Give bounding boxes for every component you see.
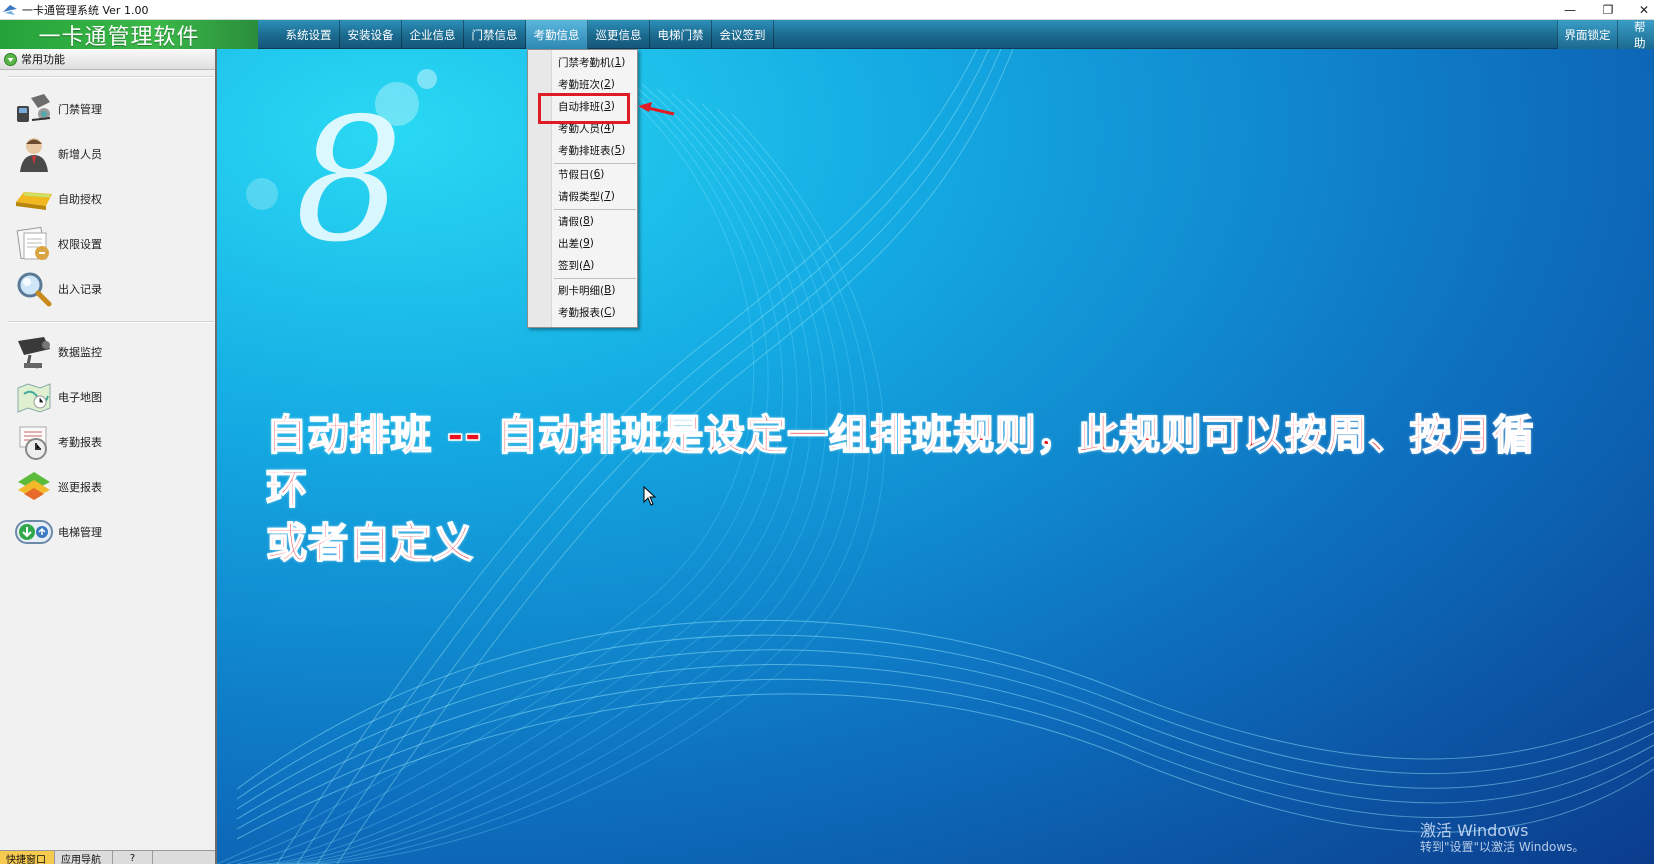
menu-item-key: 8 xyxy=(583,215,590,227)
menu-item-key: 5 xyxy=(614,144,622,156)
menu-item-label: 节假日( xyxy=(558,168,594,181)
annotation-caption: 自动排班 -- 自动排班是设定一组排班规则，此规则可以按周、按月循环 或者自定义 xyxy=(265,408,1546,570)
sidebar-header[interactable]: 常用功能 xyxy=(0,49,215,70)
menu-item-label: 考勤报表( xyxy=(558,306,605,319)
collapse-icon[interactable] xyxy=(4,52,17,66)
sidebar-item-access-control[interactable]: 门禁管理 xyxy=(0,87,215,131)
mouse-cursor-icon xyxy=(643,486,657,506)
activation-watermark-hint: 转到"设置"以激活 Windows。 xyxy=(1420,840,1585,854)
sidebar-item-label: 出入记录 xyxy=(58,283,102,296)
highlight-box xyxy=(538,93,630,124)
sidebar-item-label: 电梯管理 xyxy=(58,526,102,539)
menu-item-key: C xyxy=(604,306,612,318)
tab-help[interactable]: ? xyxy=(113,851,153,864)
help-button[interactable]: 帮助 xyxy=(1617,20,1654,49)
menu-item-key: 6 xyxy=(593,168,601,180)
sidebar-item-label: 考勤报表 xyxy=(58,436,102,449)
menu-item-key: 7 xyxy=(604,190,611,202)
menu-item-label: 门禁考勤机( xyxy=(558,56,615,69)
menu-item-holidays[interactable]: 节假日(6) xyxy=(558,164,604,184)
sidebar-item-label: 自助授权 xyxy=(58,193,102,206)
minimize-icon[interactable]: — xyxy=(1552,0,1588,20)
menu-item-attendance-shift[interactable]: 考勤班次(2) xyxy=(558,74,615,94)
app-icon xyxy=(3,4,17,15)
sidebar-item-elevator-management[interactable]: 电梯管理 xyxy=(0,510,215,554)
sidebar-item-label: 权限设置 xyxy=(58,238,102,251)
menu-separator xyxy=(554,209,636,210)
sidebar-item-label: 新增人员 xyxy=(58,148,102,161)
sidebar-bottom-tabs: 快捷窗口 应用导航 ? xyxy=(0,850,215,864)
menu-gutter xyxy=(528,50,552,327)
sidebar: 常用功能 门禁管理 新增人员 自助授权 权限设置 出入记录 数据监控 电子地图 … xyxy=(0,49,217,864)
menu-item-key: A xyxy=(583,259,591,271)
menu-item-key: B xyxy=(604,284,612,296)
camera-icon xyxy=(18,337,50,369)
caption-line-2: 或者自定义 xyxy=(265,518,474,568)
menu-attendance-info[interactable]: 考勤信息 xyxy=(526,20,588,49)
divider xyxy=(8,76,214,78)
menu-company-info[interactable]: 企业信息 xyxy=(402,20,464,49)
sidebar-item-label: 数据监控 xyxy=(58,346,102,359)
attendance-dropdown-menu: 门禁考勤机(1) 考勤班次(2) 自动排班(3) 考勤人员(4) 考勤排班表(5… xyxy=(527,49,638,328)
sidebar-item-e-map[interactable]: 电子地图 xyxy=(0,375,215,419)
sidebar-item-attendance-report[interactable]: 考勤报表 xyxy=(0,420,215,464)
menu-item-schedule-table[interactable]: 考勤排班表(5) xyxy=(558,140,625,160)
menu-item-attendance-report[interactable]: 考勤报表(C) xyxy=(558,302,616,322)
sidebar-item-label: 门禁管理 xyxy=(58,103,102,116)
menu-item-leave[interactable]: 请假(8) xyxy=(558,211,594,231)
divider xyxy=(8,321,214,323)
menu-item-label: 刷卡明细( xyxy=(558,284,605,297)
permission-icon xyxy=(16,226,49,260)
elevator-icon xyxy=(15,520,53,544)
menu-item-label: 考勤排班表( xyxy=(558,144,615,157)
menu-item-sign-in[interactable]: 签到(A) xyxy=(558,255,594,275)
menu-access-info[interactable]: 门禁信息 xyxy=(464,20,526,49)
restore-icon[interactable]: ❐ xyxy=(1590,0,1626,20)
close-icon[interactable]: ✕ xyxy=(1626,0,1654,20)
sidebar-item-patrol-report[interactable]: 巡更报表 xyxy=(0,465,215,509)
menu-item-label: 出差( xyxy=(558,237,584,250)
sidebar-item-permission-settings[interactable]: 权限设置 xyxy=(0,222,215,266)
menu-system-settings[interactable]: 系统设置 xyxy=(278,20,340,49)
title-bar: 一卡通管理系统 Ver 1.00 — ❐ ✕ xyxy=(0,0,1654,20)
menu-item-label: 签到( xyxy=(558,259,584,272)
tab-app-navigation[interactable]: 应用导航 xyxy=(55,851,113,864)
menu-bar: 一卡通管理软件 系统设置 安装设备 企业信息 门禁信息 考勤信息 巡更信息 电梯… xyxy=(0,20,1654,50)
menu-install-device[interactable]: 安装设备 xyxy=(340,20,402,49)
menu-item-key: 2 xyxy=(604,78,611,90)
card-icon xyxy=(16,192,52,210)
sidebar-item-access-records[interactable]: 出入记录 xyxy=(0,267,215,311)
window-title: 一卡通管理系统 Ver 1.00 xyxy=(22,3,149,17)
magnifier-icon xyxy=(17,272,52,307)
menu-item-label: 考勤班次( xyxy=(558,78,605,91)
clock-icon xyxy=(19,426,47,460)
menu-item-business-trip[interactable]: 出差(9) xyxy=(558,233,594,253)
menu-item-attendance-device[interactable]: 门禁考勤机(1) xyxy=(558,52,625,72)
map-icon xyxy=(17,383,51,413)
access-control-icon xyxy=(17,94,51,122)
menu-item-label: 请假( xyxy=(558,215,584,228)
user-add-icon xyxy=(20,138,48,172)
sidebar-header-label: 常用功能 xyxy=(21,53,65,66)
menu-elevator-access[interactable]: 电梯门禁 xyxy=(650,20,712,49)
brand-logo: 一卡通管理软件 xyxy=(0,20,258,50)
caption-line-1: 自动排班 -- 自动排班是设定一组排班规则，此规则可以按周、按月循环 xyxy=(265,410,1535,514)
sidebar-item-add-user[interactable]: 新增人员 xyxy=(0,132,215,176)
menu-item-card-details[interactable]: 刷卡明细(B) xyxy=(558,280,615,300)
menu-meeting-checkin[interactable]: 会议签到 xyxy=(712,20,774,49)
sidebar-item-data-monitor[interactable]: 数据监控 xyxy=(0,330,215,374)
patrol-icon xyxy=(18,472,50,500)
red-arrow-icon xyxy=(638,102,675,116)
menu-item-label: 请假类型( xyxy=(558,190,605,203)
menu-item-key: 9 xyxy=(583,237,590,249)
sidebar-item-label: 巡更报表 xyxy=(58,481,102,494)
sidebar-item-label: 电子地图 xyxy=(58,391,102,404)
menu-separator xyxy=(554,278,636,279)
lock-interface-button[interactable]: 界面锁定 xyxy=(1557,20,1617,49)
sidebar-item-self-authorize[interactable]: 自助授权 xyxy=(0,177,215,221)
menu-item-leave-types[interactable]: 请假类型(7) xyxy=(558,186,615,206)
tab-shortcut-window[interactable]: 快捷窗口 xyxy=(0,851,55,864)
menu-item-key: 1 xyxy=(614,56,622,68)
menu-patrol-info[interactable]: 巡更信息 xyxy=(588,20,650,49)
